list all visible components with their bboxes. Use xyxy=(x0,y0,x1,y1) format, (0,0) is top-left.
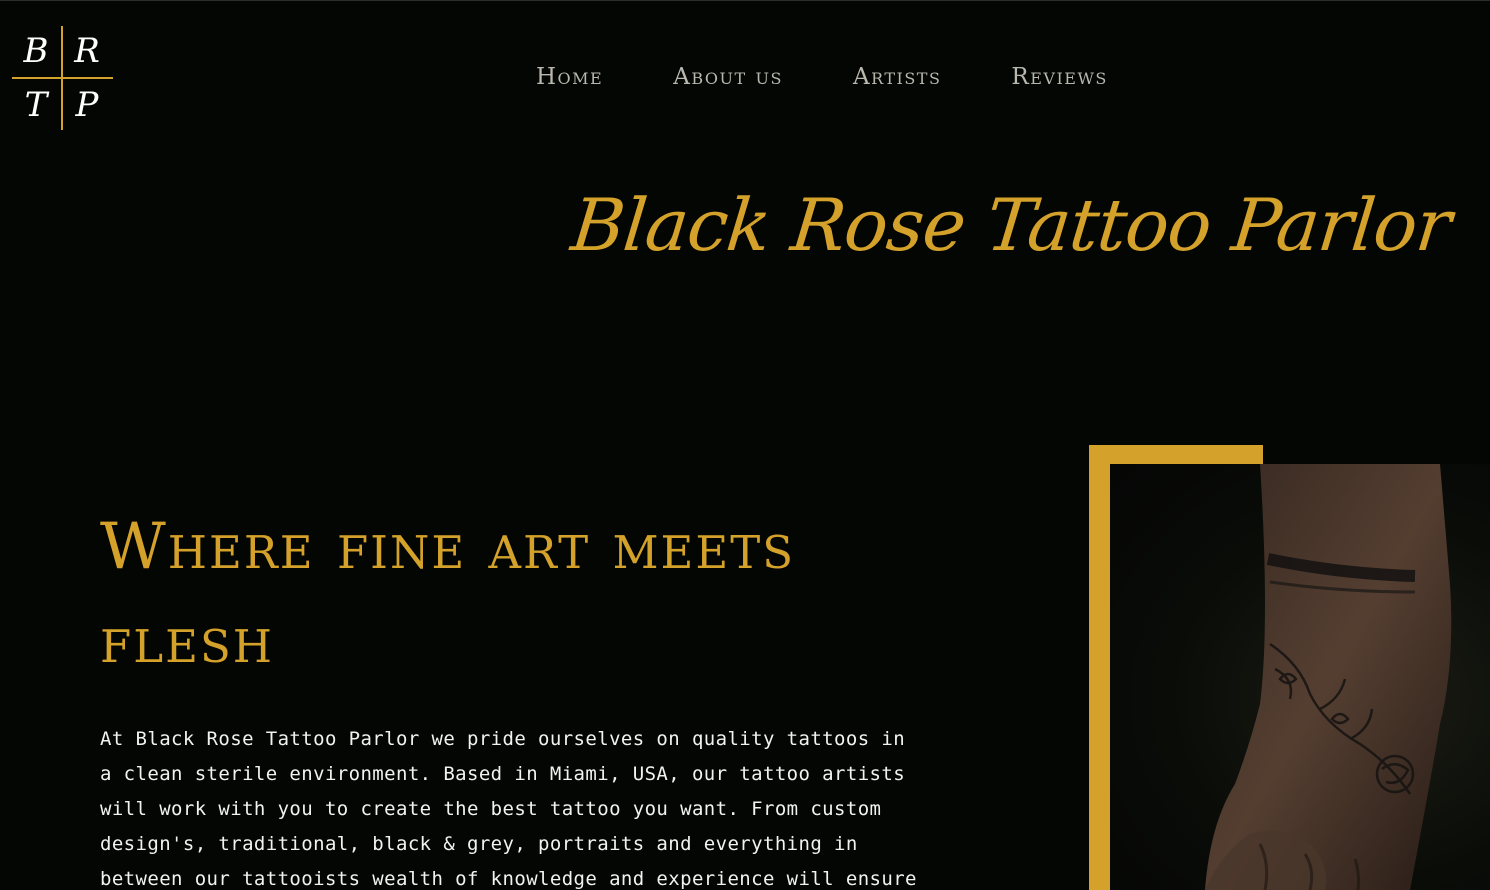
photo-frame-top-bar xyxy=(1089,445,1263,464)
top-edge-divider xyxy=(0,0,1490,1)
logo-horizontal-line xyxy=(12,77,113,79)
nav-home-link[interactable]: Home xyxy=(536,64,603,90)
logo-letter-r: R xyxy=(74,31,100,71)
hand-illustration xyxy=(1205,464,1452,890)
logo-letter-b: B xyxy=(23,31,49,71)
nav-reviews-link[interactable]: Reviews xyxy=(1011,64,1107,90)
brand-title: Black Rose Tattoo Parlor xyxy=(567,183,1455,267)
nav-about-link[interactable]: About us xyxy=(673,64,783,90)
tattooed-hand-photo xyxy=(1110,464,1490,890)
nav-artists-link[interactable]: Artists xyxy=(853,64,941,90)
hero-title: Where fine art meets flesh xyxy=(100,510,796,678)
photo-frame-left-bar xyxy=(1089,445,1110,890)
logo-letter-p: P xyxy=(75,85,99,125)
main-nav: Home About us Artists Reviews xyxy=(536,64,1108,90)
logo-letter-t: T xyxy=(24,85,48,125)
hero-intro-text: At Black Rose Tattoo Parlor we pride our… xyxy=(100,728,917,890)
brand-logo[interactable]: B R T P xyxy=(12,26,113,130)
